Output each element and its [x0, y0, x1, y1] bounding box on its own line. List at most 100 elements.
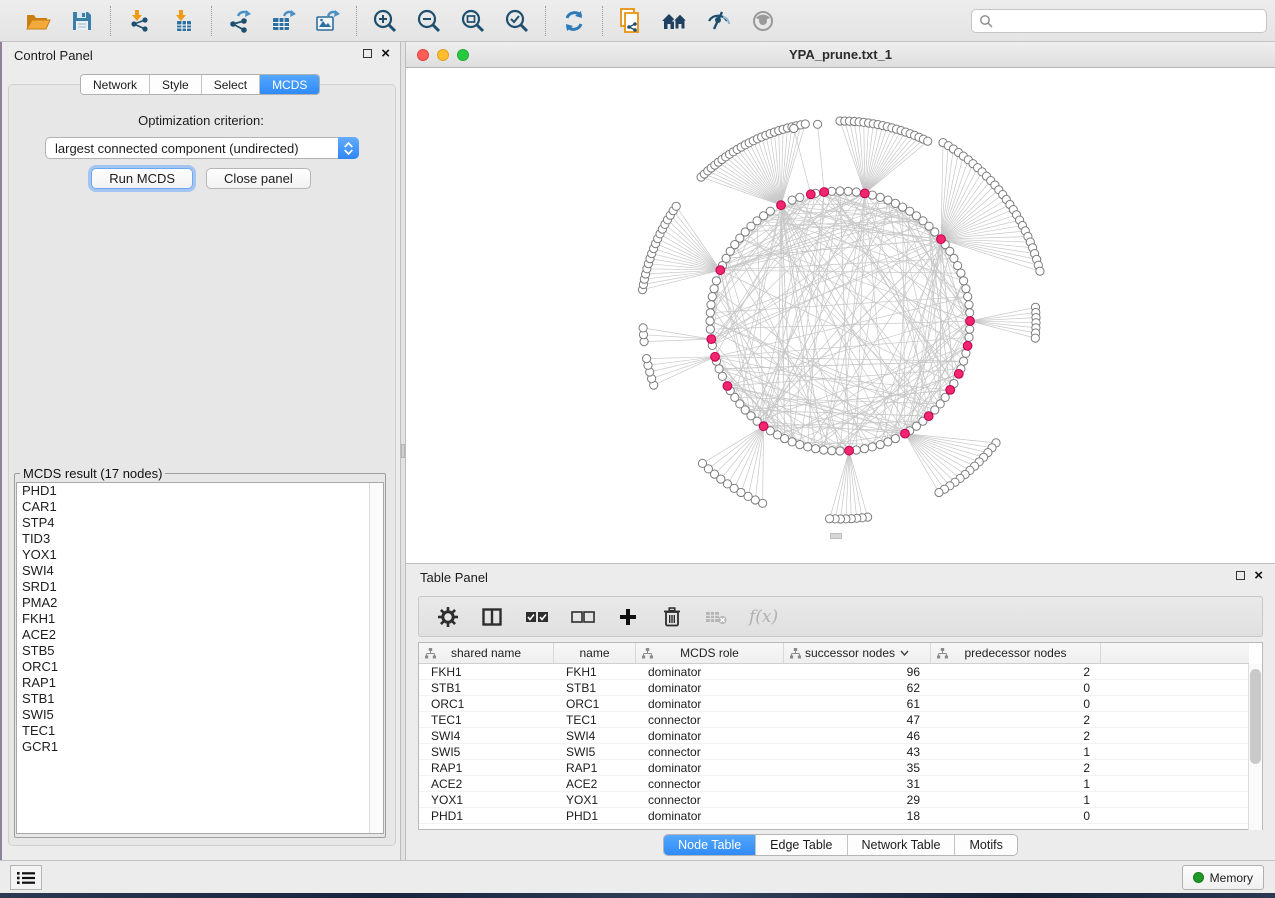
table-row[interactable]: RAP1RAP1dominator352 [419, 760, 1249, 776]
network-node[interactable] [931, 228, 939, 236]
tab-network[interactable]: Network [81, 75, 150, 94]
table-row[interactable]: PHD1PHD1dominator180 [419, 808, 1249, 824]
mcds-hub-node[interactable] [901, 429, 910, 438]
network-satellite-node[interactable] [698, 459, 706, 467]
mcds-hub-node[interactable] [711, 352, 720, 361]
mcds-hub-node[interactable] [716, 266, 725, 275]
network-node[interactable] [965, 333, 973, 341]
network-node[interactable] [884, 196, 892, 204]
search-input[interactable] [994, 11, 1266, 31]
hide-selected-button[interactable] [704, 6, 734, 36]
mcds-result-item[interactable]: FKH1 [17, 611, 383, 627]
mcds-result-item[interactable]: CAR1 [17, 499, 383, 515]
float-panel-icon[interactable] [363, 49, 372, 58]
export-image-button[interactable] [313, 6, 343, 36]
table-delete-column-button[interactable] [661, 604, 683, 630]
network-node[interactable] [884, 438, 892, 446]
network-satellite-node[interactable] [790, 124, 798, 132]
network-satellite-node[interactable] [935, 488, 943, 496]
new-network-from-selection-button[interactable] [616, 6, 646, 36]
network-canvas[interactable] [406, 68, 1275, 563]
tab-edge-table[interactable]: Edge Table [756, 835, 847, 855]
column-header-shared-name[interactable]: shared name [419, 643, 554, 663]
network-node[interactable] [868, 443, 876, 451]
zoom-in-button[interactable] [370, 6, 400, 36]
mcds-hub-node[interactable] [759, 422, 768, 431]
save-button[interactable] [67, 6, 97, 36]
network-node[interactable] [715, 365, 723, 373]
network-node[interactable] [804, 443, 812, 451]
network-node[interactable] [891, 435, 899, 443]
mcds-result-item[interactable]: YOX1 [17, 547, 383, 563]
tab-mcds[interactable]: MCDS [260, 75, 319, 94]
mcds-result-item[interactable]: ORC1 [17, 659, 383, 675]
mcds-result-item[interactable]: STP4 [17, 515, 383, 531]
mcds-hub-node[interactable] [723, 382, 732, 391]
table-add-column-button[interactable] [617, 604, 639, 630]
search-box[interactable] [971, 9, 1267, 33]
table-row[interactable]: ACE2ACE2connector311 [419, 776, 1249, 792]
network-satellite-node[interactable] [801, 120, 809, 128]
network-node[interactable] [962, 285, 970, 293]
network-node[interactable] [964, 293, 972, 301]
open-button[interactable] [23, 6, 53, 36]
network-node[interactable] [966, 325, 974, 333]
network-node[interactable] [708, 293, 716, 301]
network-node[interactable] [960, 277, 968, 285]
table-row[interactable]: TEC1TEC1connector472 [419, 712, 1249, 728]
tab-select[interactable]: Select [202, 75, 260, 94]
network-window-titlebar[interactable]: YPA_prune.txt_1 [406, 42, 1275, 68]
network-node[interactable] [836, 187, 844, 195]
table-row[interactable]: YOX1YOX1connector291 [419, 792, 1249, 808]
network-node[interactable] [796, 441, 804, 449]
table-row[interactable]: ORC1ORC1dominator610 [419, 696, 1249, 712]
mcds-result-item[interactable]: GCR1 [17, 739, 383, 755]
mcds-hub-node[interactable] [963, 341, 972, 350]
network-node[interactable] [966, 309, 974, 317]
network-node[interactable] [706, 309, 714, 317]
network-satellite-node[interactable] [814, 120, 822, 128]
mcds-hub-node[interactable] [820, 188, 829, 197]
export-table-button[interactable] [269, 6, 299, 36]
table-float-icon[interactable] [1236, 571, 1245, 580]
mcds-result-item[interactable]: PHD1 [17, 483, 383, 499]
vertical-splitter-handle[interactable] [401, 444, 405, 458]
horizontal-splitter-handle[interactable] [830, 533, 842, 539]
tab-node-table[interactable]: Node Table [664, 835, 756, 855]
network-node[interactable] [706, 317, 714, 325]
zoom-fit-button[interactable] [458, 6, 488, 36]
column-header-successor-nodes[interactable]: successor nodes [784, 643, 931, 663]
mcds-hub-node[interactable] [966, 317, 975, 326]
home-neighbors-button[interactable] [660, 6, 690, 36]
tab-motifs[interactable]: Motifs [955, 835, 1016, 855]
memory-button[interactable]: Memory [1182, 865, 1264, 890]
zoom-selected-button[interactable] [502, 6, 532, 36]
network-node[interactable] [706, 325, 714, 333]
network-satellite-node[interactable] [672, 202, 680, 210]
network-node[interactable] [707, 301, 715, 309]
import-table-button[interactable] [168, 6, 198, 36]
network-node[interactable] [860, 445, 868, 453]
mcds-result-item[interactable]: STB1 [17, 691, 383, 707]
mcds-hub-node[interactable] [777, 201, 786, 210]
network-node[interactable] [712, 277, 720, 285]
table-settings-button[interactable] [437, 604, 459, 630]
table-deselect-all-button[interactable] [571, 604, 595, 630]
column-header-predecessor-nodes[interactable]: predecessor nodes [931, 643, 1101, 663]
export-network-button[interactable] [225, 6, 255, 36]
network-satellite-node[interactable] [1031, 334, 1039, 342]
mcds-result-item[interactable]: TEC1 [17, 723, 383, 739]
mcds-result-list[interactable]: PHD1CAR1STP4TID3YOX1SWI4SRD1PMA2FKH1ACE2… [16, 482, 384, 834]
network-node[interactable] [788, 196, 796, 204]
table-scrollbar[interactable] [1248, 664, 1262, 830]
tab-network-table[interactable]: Network Table [848, 835, 956, 855]
mcds-hub-node[interactable] [860, 189, 869, 198]
network-satellite-node[interactable] [924, 137, 932, 145]
network-graph[interactable] [406, 68, 1275, 563]
tab-style[interactable]: Style [150, 75, 202, 94]
mcds-result-item[interactable]: SWI5 [17, 707, 383, 723]
mcds-hub-node[interactable] [937, 235, 946, 244]
network-node[interactable] [965, 301, 973, 309]
task-history-button[interactable] [10, 865, 42, 890]
network-node[interactable] [788, 438, 796, 446]
